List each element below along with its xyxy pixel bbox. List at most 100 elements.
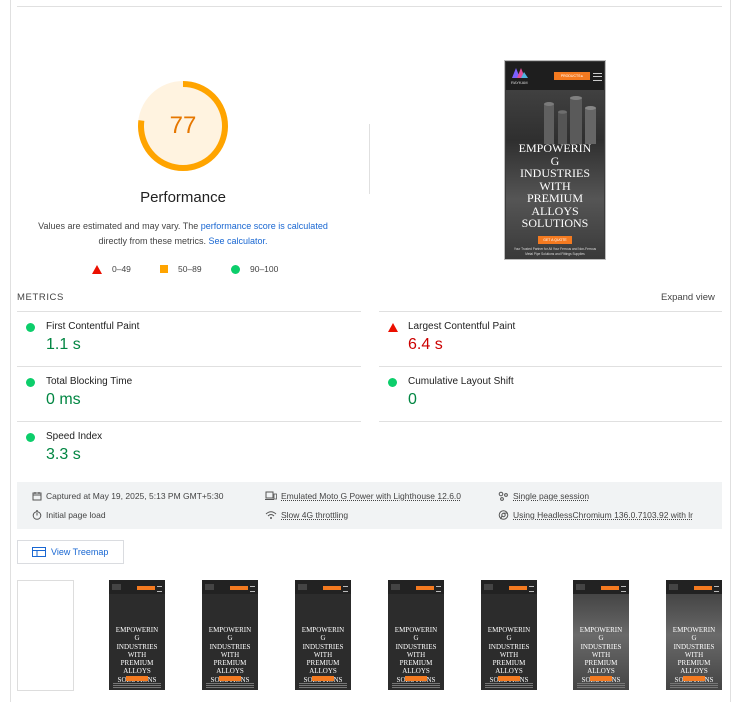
thumb-logo	[112, 584, 121, 590]
expand-view-toggle[interactable]: Expand view	[661, 292, 715, 303]
final-screenshot[interactable]: RAYKAM PRODUCTS ▸ EMPOWERIN G INDUSTRIES…	[504, 60, 606, 260]
metric-value: 1.1 s	[46, 336, 81, 353]
thumb-logo	[205, 584, 214, 590]
hero-line: G	[413, 634, 419, 643]
thumb-subtext	[299, 683, 347, 689]
info-session[interactable]: Single page session	[498, 491, 589, 501]
info-throttle[interactable]: Slow 4G throttling	[265, 510, 348, 520]
hero-line: PREMIUM	[492, 659, 526, 668]
timer-icon	[32, 510, 42, 520]
thumb-subtext	[392, 683, 440, 689]
info-browser[interactable]: Using HeadlessChromium 136.0.7103.92 wit…	[498, 510, 693, 520]
view-treemap-label: View Treemap	[51, 547, 109, 557]
view-treemap-button[interactable]: View Treemap	[17, 540, 124, 564]
captured-text: Captured at May 19, 2025, 5:13 PM GMT+5:…	[46, 491, 224, 501]
thumb-cta	[126, 676, 148, 681]
site-logo-icon	[512, 68, 528, 78]
hero-subtext: Your Trusted Partner for All Your Ferrou…	[513, 247, 597, 256]
thumb-logo	[298, 584, 307, 590]
hero-line: G	[598, 634, 604, 643]
thumb-header	[481, 580, 537, 594]
legend-label: 90–100	[250, 264, 279, 274]
metric-name: Cumulative Layout Shift	[408, 376, 514, 387]
pipes-image	[544, 96, 596, 144]
hero-line: EMPOWERIN	[579, 626, 623, 634]
thumb-header	[388, 580, 444, 594]
thumb-subtext	[206, 683, 254, 689]
initial-load-text: Initial page load	[46, 510, 106, 520]
calendar-icon	[32, 492, 42, 501]
metric-divider	[379, 311, 722, 312]
top-divider	[17, 6, 722, 7]
chrome-icon	[498, 510, 509, 520]
green-circle-icon	[26, 433, 35, 442]
hero-line: WITH	[220, 650, 240, 659]
hero-line: INDUSTRIES	[673, 642, 715, 651]
hero-line: ALLOYS	[123, 667, 151, 676]
device-text: Emulated Moto G Power with Lighthouse 12…	[281, 491, 462, 501]
browser-text: Using HeadlessChromium 136.0.7103.92 wit…	[513, 510, 694, 520]
hero-line: ALLOYS	[680, 667, 708, 676]
thumb-products-button	[694, 586, 712, 590]
hero-line: PREMIUM	[213, 659, 247, 668]
filmstrip-frame-2: EMPOWERINGINDUSTRIESWITHPREMIUMALLOYSSOL…	[109, 580, 165, 690]
performance-title: Performance	[140, 189, 226, 206]
metric-divider	[17, 366, 361, 367]
metric-divider	[379, 421, 722, 422]
hero-line: INDUSTRIES	[116, 642, 158, 651]
hero-line: G	[134, 634, 140, 643]
red-triangle-icon	[388, 323, 398, 332]
see-calculator-link[interactable]: See calculator.	[208, 236, 267, 246]
hero-line: INDUSTRIES	[302, 642, 344, 651]
thumb-header	[666, 580, 722, 594]
hamburger-icon	[157, 586, 162, 592]
hero-line: INDUSTRIES	[488, 642, 530, 651]
filmstrip-frame-6: EMPOWERINGINDUSTRIESWITHPREMIUMALLOYSSOL…	[481, 580, 537, 690]
info-device[interactable]: Emulated Moto G Power with Lighthouse 12…	[265, 491, 461, 501]
hero-line: PREMIUM	[399, 659, 433, 668]
hero-line: ALLOYS	[309, 667, 337, 676]
site-logo-text: RAYKAM	[511, 80, 528, 85]
thumb-logo	[391, 584, 400, 590]
screenshot-background: RAYKAM PRODUCTS ▸ EMPOWERIN G INDUSTRIES…	[506, 62, 604, 258]
hero-line: ALLOYS	[216, 667, 244, 676]
performance-gauge[interactable]: 77	[137, 80, 229, 172]
metric-name: Total Blocking Time	[46, 376, 133, 387]
info-captured: Captured at May 19, 2025, 5:13 PM GMT+5:…	[32, 491, 223, 501]
hero-line: WITH	[406, 650, 426, 659]
hero-line: EMPOWERIN	[487, 626, 531, 634]
hero-line: INDUSTRIES	[209, 642, 251, 651]
thumb-products-button	[601, 586, 619, 590]
orange-square-icon	[160, 265, 168, 273]
legend-label: 50–89	[178, 264, 202, 274]
metrics-heading: METRICS	[17, 292, 64, 303]
metric-divider	[17, 311, 361, 312]
thumb-cta	[498, 676, 520, 681]
legend-good: 90–100	[231, 264, 278, 274]
thumb-cta	[683, 676, 705, 681]
hero-line: ALLOYS	[587, 667, 615, 676]
hero-line: ALLOYS	[402, 667, 430, 676]
legend-average: 50–89	[160, 264, 202, 274]
hero-line: WITH	[127, 650, 147, 659]
score-calculated-link[interactable]: performance score is calculated	[201, 221, 328, 231]
hamburger-icon	[621, 586, 626, 592]
thumb-subtext	[577, 683, 625, 689]
hamburger-icon	[343, 586, 348, 592]
vertical-divider	[369, 124, 370, 194]
hamburger-icon	[714, 586, 719, 592]
devices-icon	[265, 491, 277, 500]
thumb-products-button	[230, 586, 248, 590]
hero-line: PREMIUM	[526, 191, 583, 205]
metric-divider	[379, 366, 722, 367]
hero-line: PREMIUM	[584, 659, 618, 668]
green-circle-icon	[26, 378, 35, 387]
throttle-text: Slow 4G throttling	[281, 510, 349, 520]
metric-value: 0 ms	[46, 391, 81, 408]
description-text: Values are estimated and may vary. The	[38, 221, 201, 231]
hero-line: EMPOWERIN	[115, 626, 159, 634]
hero-line: WITH	[591, 650, 611, 659]
metric-name: Speed Index	[46, 431, 103, 442]
filmstrip-frame-4: EMPOWERINGINDUSTRIESWITHPREMIUMALLOYSSOL…	[295, 580, 351, 690]
legend-poor: 0–49	[92, 264, 131, 274]
